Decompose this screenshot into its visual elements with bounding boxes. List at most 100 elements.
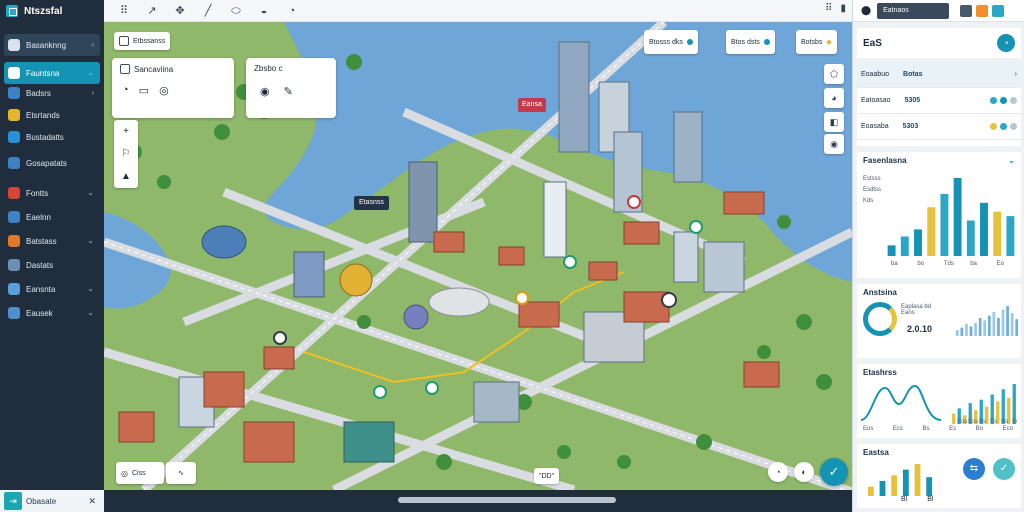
terrain-button[interactable]: ▲ <box>121 171 131 182</box>
user-icon[interactable]: ⬤ <box>861 5 871 16</box>
sidebar-item[interactable]: Eansnta ⌄ <box>4 278 100 300</box>
info-chip-1[interactable]: Btosss dks <box>644 30 698 54</box>
settings-icon[interactable] <box>992 4 1004 17</box>
map-marker-label[interactable]: Etasnss <box>354 196 389 210</box>
chevron-icon[interactable]: ‹ <box>91 40 94 49</box>
right-tool-1[interactable]: ⬠ <box>824 64 844 84</box>
metric-row[interactable]: Eoaabuo Botas › <box>857 62 1021 88</box>
right-tool-4[interactable]: ◉ <box>824 134 844 154</box>
chevron-down-icon[interactable]: ⌄ <box>1008 156 1015 165</box>
bar <box>887 245 896 256</box>
metric-label: Eatoasao <box>861 97 891 104</box>
app-logo: Ntszsfal <box>0 0 104 22</box>
sidebar-item[interactable]: Basanknng ‹ <box>4 34 100 56</box>
chevron-icon[interactable]: ⌄ <box>87 188 94 197</box>
chart-1-title: Fasenlasna <box>863 156 907 165</box>
right-tool-2[interactable]: ◕ <box>824 88 844 108</box>
tick-label: bo <box>917 261 924 266</box>
layer-tool-button[interactable]: ◒ <box>256 3 272 19</box>
sidebar-item[interactable]: Bustadatts <box>4 126 100 148</box>
dome-building <box>339 263 373 297</box>
notification-icon[interactable] <box>976 4 988 17</box>
metric-label: Eoasaba <box>861 123 889 130</box>
chart-panel-3: Etashrss EosEcsBsEsBoEco Eos Ecs Bs Es B… <box>857 364 1021 438</box>
export-button[interactable]: ✓ <box>993 458 1015 480</box>
chevron-icon[interactable]: › <box>91 88 94 97</box>
bar <box>980 202 988 256</box>
flag-button[interactable]: ⚐ <box>122 148 131 159</box>
layer-chip[interactable]: Etbssanss <box>114 32 171 50</box>
footer-label: Obasate <box>26 496 57 506</box>
chevron-icon[interactable]: ⌄ <box>87 68 94 77</box>
metric-value: 5303 <box>902 123 919 130</box>
status-dot-icon <box>686 39 693 45</box>
apps-icon[interactable]: ⠿ <box>825 3 832 14</box>
calendar-icon[interactable] <box>960 4 972 17</box>
bar <box>867 486 874 496</box>
line-tool-button[interactable]: ╱ <box>200 3 216 19</box>
metric-row[interactable]: Eatoasao 5305 <box>857 88 1021 114</box>
zoom-in-button[interactable]: + <box>123 126 129 137</box>
metric-row[interactable]: Eoasaba 5303 <box>857 114 1021 140</box>
chevron-icon[interactable]: ⌄ <box>87 308 94 317</box>
sidebar-item-label: Fontts <box>26 188 49 198</box>
map-scrollbar[interactable] <box>104 490 852 512</box>
chart-2-caption-line: Eans <box>901 310 915 316</box>
sidebar-item[interactable]: Gosapatats <box>4 152 100 174</box>
sidebar-item[interactable]: Dastats <box>4 254 100 276</box>
shape-tool-button[interactable]: ⬭ <box>228 3 244 19</box>
route-button[interactable]: ∿ <box>166 462 196 484</box>
grid-tool-button[interactable]: ⠿ <box>116 3 132 19</box>
arrow-tool-button[interactable]: ↗ <box>144 3 160 19</box>
logo-icon <box>6 5 18 17</box>
panel-b-title: Zbsbo c <box>254 64 283 73</box>
info-button[interactable]: ◔ <box>997 34 1015 52</box>
bar <box>953 178 962 256</box>
collapse-icon[interactable]: ⇥ <box>4 492 22 510</box>
view-icon[interactable]: ◉ <box>260 85 270 98</box>
panel-toggle-icon[interactable]: ▮ <box>840 3 846 14</box>
frame-icon[interactable]: ▭ <box>139 84 149 97</box>
monitor-icon <box>8 157 20 169</box>
sidebar-item[interactable]: Eausek ⌄ <box>4 302 100 324</box>
confirm-fab[interactable]: ✓ <box>820 458 848 486</box>
city-map[interactable]: Etbssanss Sancaviina ◔ ▭ ◎ Zbsbo c ◉ ✎ +… <box>104 22 852 490</box>
bar <box>1010 313 1014 336</box>
pan-tool-button[interactable]: ✥ <box>172 3 188 19</box>
bottom-chip-a[interactable]: ◎ Ciss <box>116 462 164 484</box>
sidebar-item[interactable]: Eaelnn <box>4 206 100 228</box>
location-icon[interactable]: ◔ <box>122 84 129 97</box>
info-chip-2[interactable]: Btos dsts <box>726 30 775 54</box>
sidebar-item[interactable]: Fauntsna ⌄ <box>4 62 100 84</box>
chevron-icon[interactable]: ⌄ <box>87 236 94 245</box>
compass-button[interactable]: ◔ <box>768 462 788 482</box>
plaza-building <box>428 287 490 317</box>
chevron-icon[interactable]: ⌄ <box>87 284 94 293</box>
tool-panel-b: Zbsbo c ◉ ✎ <box>246 58 336 118</box>
chart-2-value: 2.0.10 <box>907 324 933 334</box>
tick-label: ba <box>891 261 898 266</box>
chart-1: ba bo Tds ba Eo <box>887 178 1015 266</box>
bar <box>926 477 933 496</box>
sidebar-item[interactable]: Etsrtands <box>4 104 100 126</box>
globe-icon <box>8 87 20 99</box>
bar <box>974 322 977 336</box>
right-tool-3[interactable]: ◧ <box>824 112 844 132</box>
plane-icon <box>8 283 20 295</box>
info-chip-3[interactable]: Botsbs ◆ <box>796 30 837 54</box>
info-chip-1-label: Btosss dks <box>649 38 683 46</box>
edit-icon[interactable]: ✎ <box>284 85 293 98</box>
panel-search[interactable]: Eatnaos <box>877 2 950 19</box>
sidebar: Ntszsfal Basanknng ‹ Fauntsna ⌄ Badsrs › Etsrt… <box>0 0 104 512</box>
sidebar-item[interactable]: Batstass ⌄ <box>4 230 100 252</box>
sidebar-item[interactable]: Badsrs › <box>4 82 100 104</box>
scrollbar-thumb[interactable] <box>398 497 616 503</box>
poi-tag[interactable]: Eansa <box>518 98 546 112</box>
close-icon[interactable]: ✕ <box>88 496 104 507</box>
target-icon[interactable]: ◎ <box>159 84 169 97</box>
sidebar-item[interactable]: Fontts ⌄ <box>4 182 100 204</box>
measure-tool-button[interactable]: ◔ <box>284 3 300 19</box>
share-button[interactable]: ⇆ <box>963 458 985 480</box>
chart-4-footer-label: Bl <box>901 496 908 503</box>
locate-button[interactable]: ◐ <box>794 462 814 482</box>
